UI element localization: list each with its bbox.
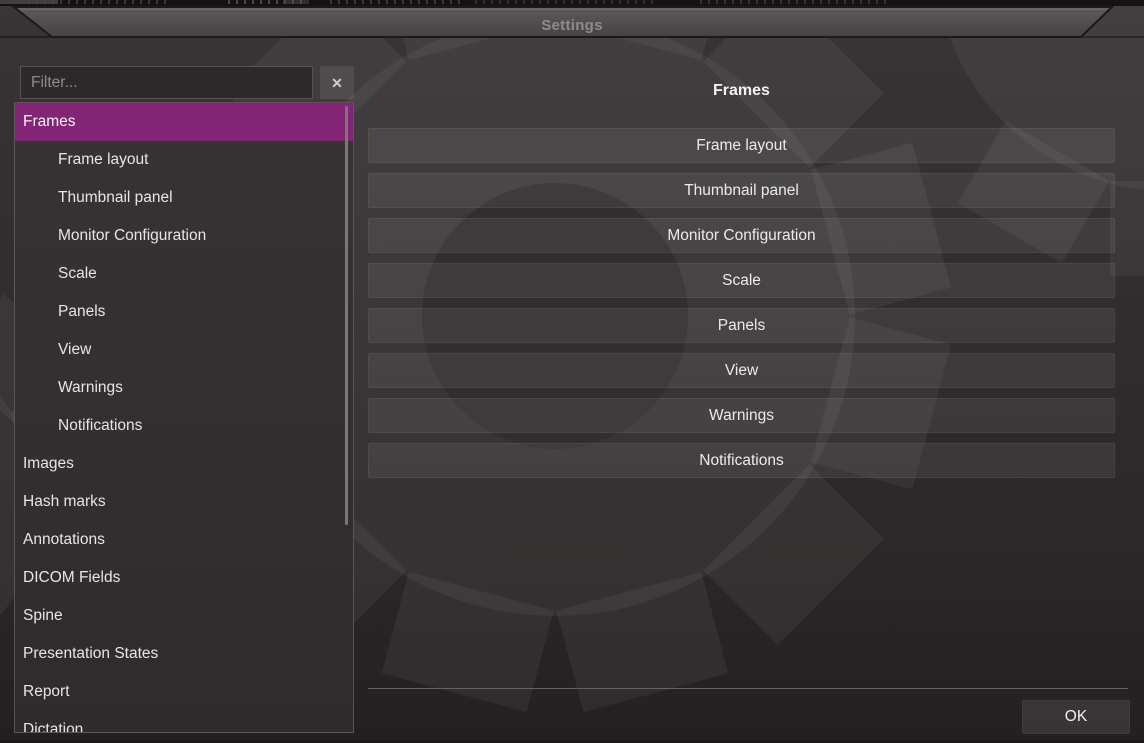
sidebar-item[interactable]: Report <box>15 673 353 711</box>
sidebar-item-label: Notifications <box>58 417 142 435</box>
sidebar-item[interactable]: Dictation <box>15 711 353 733</box>
sidebar-item[interactable]: Presentation States <box>15 635 353 673</box>
sidebar-item-label: Scale <box>58 265 97 283</box>
settings-section-button[interactable]: View <box>368 353 1115 388</box>
sidebar-item-label: Hash marks <box>23 493 106 511</box>
sidebar-item[interactable]: Frame layout <box>15 141 353 179</box>
sidebar-item-label: Warnings <box>58 379 123 397</box>
sidebar-item[interactable]: Annotations <box>15 521 353 559</box>
dialog-title: Settings <box>0 14 1144 38</box>
sidebar-item-label: Thumbnail panel <box>58 189 173 207</box>
settings-section-button[interactable]: Frame layout <box>368 128 1115 163</box>
sidebar-item[interactable]: Warnings <box>15 369 353 407</box>
filter-input[interactable] <box>20 66 313 99</box>
sidebar-item-label: DICOM Fields <box>23 569 120 587</box>
section-buttons-container: Frame layout Thumbnail panel Monitor Confi… <box>368 128 1115 488</box>
sidebar-item[interactable]: Notifications <box>15 407 353 445</box>
sidebar-item-label: Images <box>23 455 74 473</box>
sidebar-item[interactable]: Thumbnail panel <box>15 179 353 217</box>
sidebar-item-label: Report <box>23 683 70 701</box>
screen: Settings ✕ Frames Frame layout Thumbnail… <box>0 0 1144 743</box>
sidebar-item[interactable]: Panels <box>15 293 353 331</box>
scrollbar-thumb[interactable] <box>345 106 348 525</box>
sidebar-item-label: Frames <box>23 113 76 131</box>
sidebar-item[interactable]: Spine <box>15 597 353 635</box>
toolbar-remnant <box>475 0 655 4</box>
settings-nav-list: Frames Frame layout Thumbnail panel Moni… <box>14 102 354 733</box>
sidebar-item-label: Panels <box>58 303 105 321</box>
toolbar-remnant <box>330 0 460 4</box>
sidebar-item-label: Presentation States <box>23 645 158 663</box>
sidebar-item[interactable]: View <box>15 331 353 369</box>
settings-section-button[interactable]: Scale <box>368 263 1115 298</box>
filter-clear-button[interactable]: ✕ <box>320 66 354 99</box>
sidebar-item-label: Dictation <box>23 721 83 733</box>
sidebar-item-label: Frame layout <box>58 151 148 169</box>
sidebar-item-label: Spine <box>23 607 63 625</box>
sidebar-item[interactable]: Frames <box>15 103 353 141</box>
ok-button[interactable]: OK <box>1022 700 1130 734</box>
sidebar-items-container: Frames Frame layout Thumbnail panel Moni… <box>15 103 353 733</box>
sidebar-item[interactable]: Scale <box>15 255 353 293</box>
divider <box>368 688 1128 689</box>
settings-section-button[interactable]: Monitor Configuration <box>368 218 1115 253</box>
sidebar-item[interactable]: Monitor Configuration <box>15 217 353 255</box>
settings-section-button[interactable]: Panels <box>368 308 1115 343</box>
sidebar-item-label: View <box>58 341 91 359</box>
sidebar-item[interactable]: DICOM Fields <box>15 559 353 597</box>
toolbar-remnant <box>700 0 890 4</box>
toolbar-remnant <box>0 0 58 4</box>
sidebar-item[interactable]: Images <box>15 445 353 483</box>
sidebar-item-label: Monitor Configuration <box>58 227 206 245</box>
settings-section-button[interactable]: Warnings <box>368 398 1115 433</box>
close-icon: ✕ <box>331 76 343 90</box>
section-title: Frames <box>368 82 1115 100</box>
sidebar-item[interactable]: Hash marks <box>15 483 353 521</box>
toolbar-remnant <box>283 0 309 4</box>
settings-section-button[interactable]: Thumbnail panel <box>368 173 1115 208</box>
settings-section-button[interactable]: Notifications <box>368 443 1115 478</box>
sidebar-item-label: Annotations <box>23 531 105 549</box>
settings-dialog: Settings ✕ Frames Frame layout Thumbnail… <box>0 6 1144 743</box>
